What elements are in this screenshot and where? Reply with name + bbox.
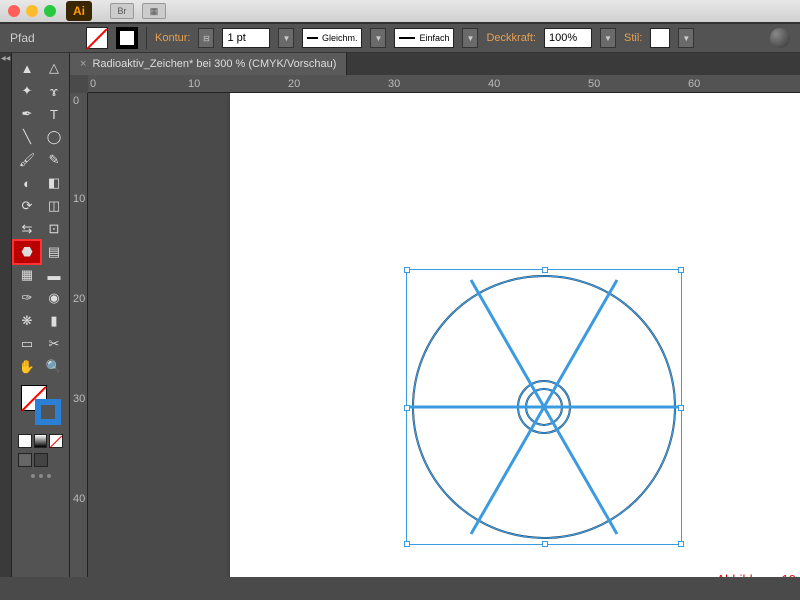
eyedropper-tool[interactable]: ✑ xyxy=(14,287,40,309)
selection-handle-e[interactable] xyxy=(678,405,684,411)
control-bar: Pfad Kontur: ⊟ ▼ Gleichm. ▼ Einfach ▼ De… xyxy=(0,23,800,53)
zoom-window-button[interactable] xyxy=(44,5,56,17)
stroke-cap-dropdown[interactable]: ▼ xyxy=(370,28,386,48)
screen-mode-normal[interactable] xyxy=(18,453,32,467)
selection-handle-s[interactable] xyxy=(542,541,548,547)
ruler-vertical[interactable]: 0 10 20 30 40 xyxy=(70,93,88,577)
shape-builder-tool[interactable]: ⬣ xyxy=(14,241,40,263)
tab-close-icon[interactable]: × xyxy=(80,58,86,70)
type-tool[interactable]: T xyxy=(41,103,67,125)
stroke-cap-select[interactable]: Gleichm. xyxy=(302,28,362,48)
document-tab[interactable]: × Radioaktiv_Zeichen* bei 300 % (CMYK/Vo… xyxy=(70,53,347,75)
mesh-tool[interactable]: ▦ xyxy=(14,264,40,286)
width-tool[interactable]: ⇆ xyxy=(14,218,40,240)
bridge-button[interactable]: Br xyxy=(110,3,134,19)
window-titlebar: Ai Br ▦ xyxy=(0,0,800,22)
opacity-label: Deckkraft: xyxy=(486,32,536,44)
magic-wand-tool[interactable]: ✦ xyxy=(14,80,40,102)
tab-title: Radioaktiv_Zeichen* bei 300 % (CMYK/Vors… xyxy=(92,58,336,70)
hand-tool[interactable]: ✋ xyxy=(14,356,40,378)
stroke-profile-select[interactable]: Einfach xyxy=(394,28,454,48)
eraser-tool[interactable]: ◧ xyxy=(41,172,67,194)
direct-selection-tool[interactable]: △ xyxy=(41,57,67,79)
zoom-tool[interactable]: 🔍 xyxy=(41,356,67,378)
slice-tool[interactable]: ✂ xyxy=(41,333,67,355)
document-tab-bar: × Radioaktiv_Zeichen* bei 300 % (CMYK/Vo… xyxy=(70,53,800,75)
fill-stroke-indicator[interactable] xyxy=(21,385,61,425)
opacity-input[interactable] xyxy=(544,28,592,48)
selection-handle-sw[interactable] xyxy=(404,541,410,547)
stroke-indicator[interactable] xyxy=(35,399,61,425)
artboard[interactable]: Abbildung: 19 xyxy=(230,93,800,577)
selection-handle-se[interactable] xyxy=(678,541,684,547)
selection-bounding-box[interactable] xyxy=(406,269,682,545)
selection-tool[interactable]: ▲ xyxy=(14,57,40,79)
style-swatch[interactable] xyxy=(650,28,670,48)
paintbrush-tool[interactable]: 🖌 xyxy=(14,149,40,171)
perspective-tool[interactable]: ▤ xyxy=(41,241,67,263)
artboard-tool[interactable]: ▭ xyxy=(14,333,40,355)
close-window-button[interactable] xyxy=(8,5,20,17)
style-dropdown[interactable]: ▼ xyxy=(678,28,694,48)
panel-gutter[interactable] xyxy=(0,53,12,577)
graph-tool[interactable]: ▮ xyxy=(41,310,67,332)
app-icon: Ai xyxy=(66,1,92,21)
screen-mode-full[interactable] xyxy=(34,453,48,467)
ellipse-tool[interactable]: ◯ xyxy=(41,126,67,148)
lasso-tool[interactable]: ɤ xyxy=(41,80,67,102)
stroke-weight-dropdown[interactable]: ▼ xyxy=(278,28,294,48)
stroke-profile-dropdown[interactable]: ▼ xyxy=(462,28,478,48)
stroke-weight-down[interactable]: ⊟ xyxy=(198,28,214,48)
selection-type-label: Pfad xyxy=(10,31,70,45)
canvas[interactable]: Abbildung: 19 xyxy=(88,93,800,577)
gradient-tool[interactable]: ▬ xyxy=(41,264,67,286)
fill-swatch[interactable] xyxy=(86,27,108,49)
color-mode-solid[interactable] xyxy=(18,434,32,448)
stroke-weight-input[interactable] xyxy=(222,28,270,48)
selection-handle-n[interactable] xyxy=(542,267,548,273)
selection-handle-nw[interactable] xyxy=(404,267,410,273)
selection-handle-ne[interactable] xyxy=(678,267,684,273)
stroke-label: Kontur: xyxy=(155,32,190,44)
minimize-window-button[interactable] xyxy=(26,5,38,17)
free-transform-tool[interactable]: ⊡ xyxy=(41,218,67,240)
opacity-dropdown[interactable]: ▼ xyxy=(600,28,616,48)
rotate-tool[interactable]: ⟳ xyxy=(14,195,40,217)
figure-label: Abbildung: 19 xyxy=(716,572,796,577)
document-area: × Radioaktiv_Zeichen* bei 300 % (CMYK/Vo… xyxy=(70,53,800,577)
style-label: Stil: xyxy=(624,32,642,44)
selection-handle-w[interactable] xyxy=(404,405,410,411)
arrange-button[interactable]: ▦ xyxy=(142,3,166,19)
scale-tool[interactable]: ◫ xyxy=(41,195,67,217)
stroke-swatch[interactable] xyxy=(116,27,138,49)
blob-brush-tool[interactable]: ◐ xyxy=(14,172,40,194)
line-tool[interactable]: ╲ xyxy=(14,126,40,148)
pencil-tool[interactable]: ✎ xyxy=(41,149,67,171)
color-mode-none[interactable] xyxy=(49,434,63,448)
color-mode-gradient[interactable] xyxy=(34,434,48,448)
recolor-button[interactable] xyxy=(770,28,790,48)
blend-tool[interactable]: ◉ xyxy=(41,287,67,309)
symbol-sprayer-tool[interactable]: ❋ xyxy=(14,310,40,332)
pen-tool[interactable]: ✒ xyxy=(14,103,40,125)
ruler-horizontal[interactable]: 0 10 20 30 40 50 60 xyxy=(88,75,800,93)
toolbox: ▲△ ✦ɤ ✒T ╲◯ 🖌✎ ◐◧ ⟳◫ ⇆⊡ ⬣▤ ▦▬ ✑◉ ❋▮ ▭✂ ✋… xyxy=(12,53,70,577)
